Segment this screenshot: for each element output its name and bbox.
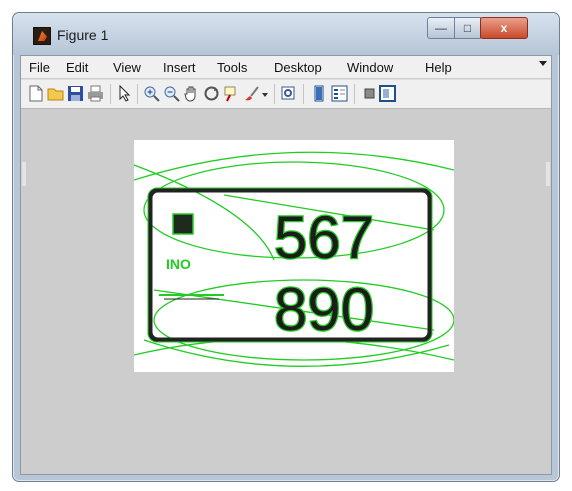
window-title: Figure 1: [57, 27, 109, 43]
figure-window: Figure 1 — □ x File Edit View Insert Too…: [12, 12, 560, 482]
license-plate-image[interactable]: INO 567 890: [133, 140, 455, 372]
menu-help[interactable]: Help: [425, 60, 452, 75]
rotate-3d-icon[interactable]: [203, 85, 220, 102]
toolbar-separator: [137, 84, 138, 104]
toolbar-separator: [354, 84, 355, 104]
plate-digits-top: 567: [274, 204, 374, 271]
colorbar-icon[interactable]: [311, 85, 328, 102]
close-button[interactable]: x: [480, 17, 528, 39]
zoom-in-icon[interactable]: [143, 85, 160, 102]
menu-overflow-chevron-icon[interactable]: [539, 61, 547, 66]
brush-dropdown-icon[interactable]: [261, 85, 269, 102]
open-file-icon[interactable]: [47, 85, 64, 102]
link-plot-icon[interactable]: [280, 85, 297, 102]
figure-toolbar: [21, 79, 551, 109]
menu-window[interactable]: Window: [347, 60, 393, 75]
legend-icon[interactable]: [331, 85, 348, 102]
data-cursor-icon[interactable]: [223, 85, 240, 102]
figure-canvas[interactable]: INO 567 890: [21, 109, 551, 474]
toolbar-separator: [274, 84, 275, 104]
title-bar[interactable]: Figure 1 — □ x: [13, 13, 559, 55]
minimize-button[interactable]: —: [427, 17, 455, 39]
new-figure-icon[interactable]: [27, 85, 44, 102]
toolbar-separator: [303, 84, 304, 104]
menu-tools[interactable]: Tools: [217, 60, 247, 75]
print-icon[interactable]: [87, 85, 104, 102]
plate-emblem-icon: [172, 213, 194, 235]
plate-small-text: INO: [166, 256, 191, 272]
toolbar-separator: [110, 84, 111, 104]
select-pointer-icon[interactable]: [116, 84, 133, 102]
save-icon[interactable]: [67, 85, 84, 102]
plate-digits-bottom: 890: [274, 276, 374, 343]
matlab-icon: [33, 27, 51, 45]
menu-desktop[interactable]: Desktop: [274, 60, 322, 75]
menu-insert[interactable]: Insert: [163, 60, 196, 75]
menu-edit[interactable]: Edit: [66, 60, 88, 75]
maximize-button[interactable]: □: [454, 17, 481, 39]
zoom-out-icon[interactable]: [163, 85, 180, 102]
show-plot-tools-icon[interactable]: [379, 85, 396, 102]
brush-icon[interactable]: [243, 85, 260, 102]
menu-view[interactable]: View: [113, 60, 141, 75]
figure-client-area: File Edit View Insert Tools Desktop Wind…: [20, 55, 552, 475]
left-edge-handle: [22, 162, 26, 186]
hide-plot-tools-icon[interactable]: [361, 85, 378, 102]
pan-hand-icon[interactable]: [183, 85, 200, 102]
menu-bar: File Edit View Insert Tools Desktop Wind…: [21, 56, 551, 78]
menu-file[interactable]: File: [29, 60, 50, 75]
right-edge-handle: [546, 162, 550, 186]
